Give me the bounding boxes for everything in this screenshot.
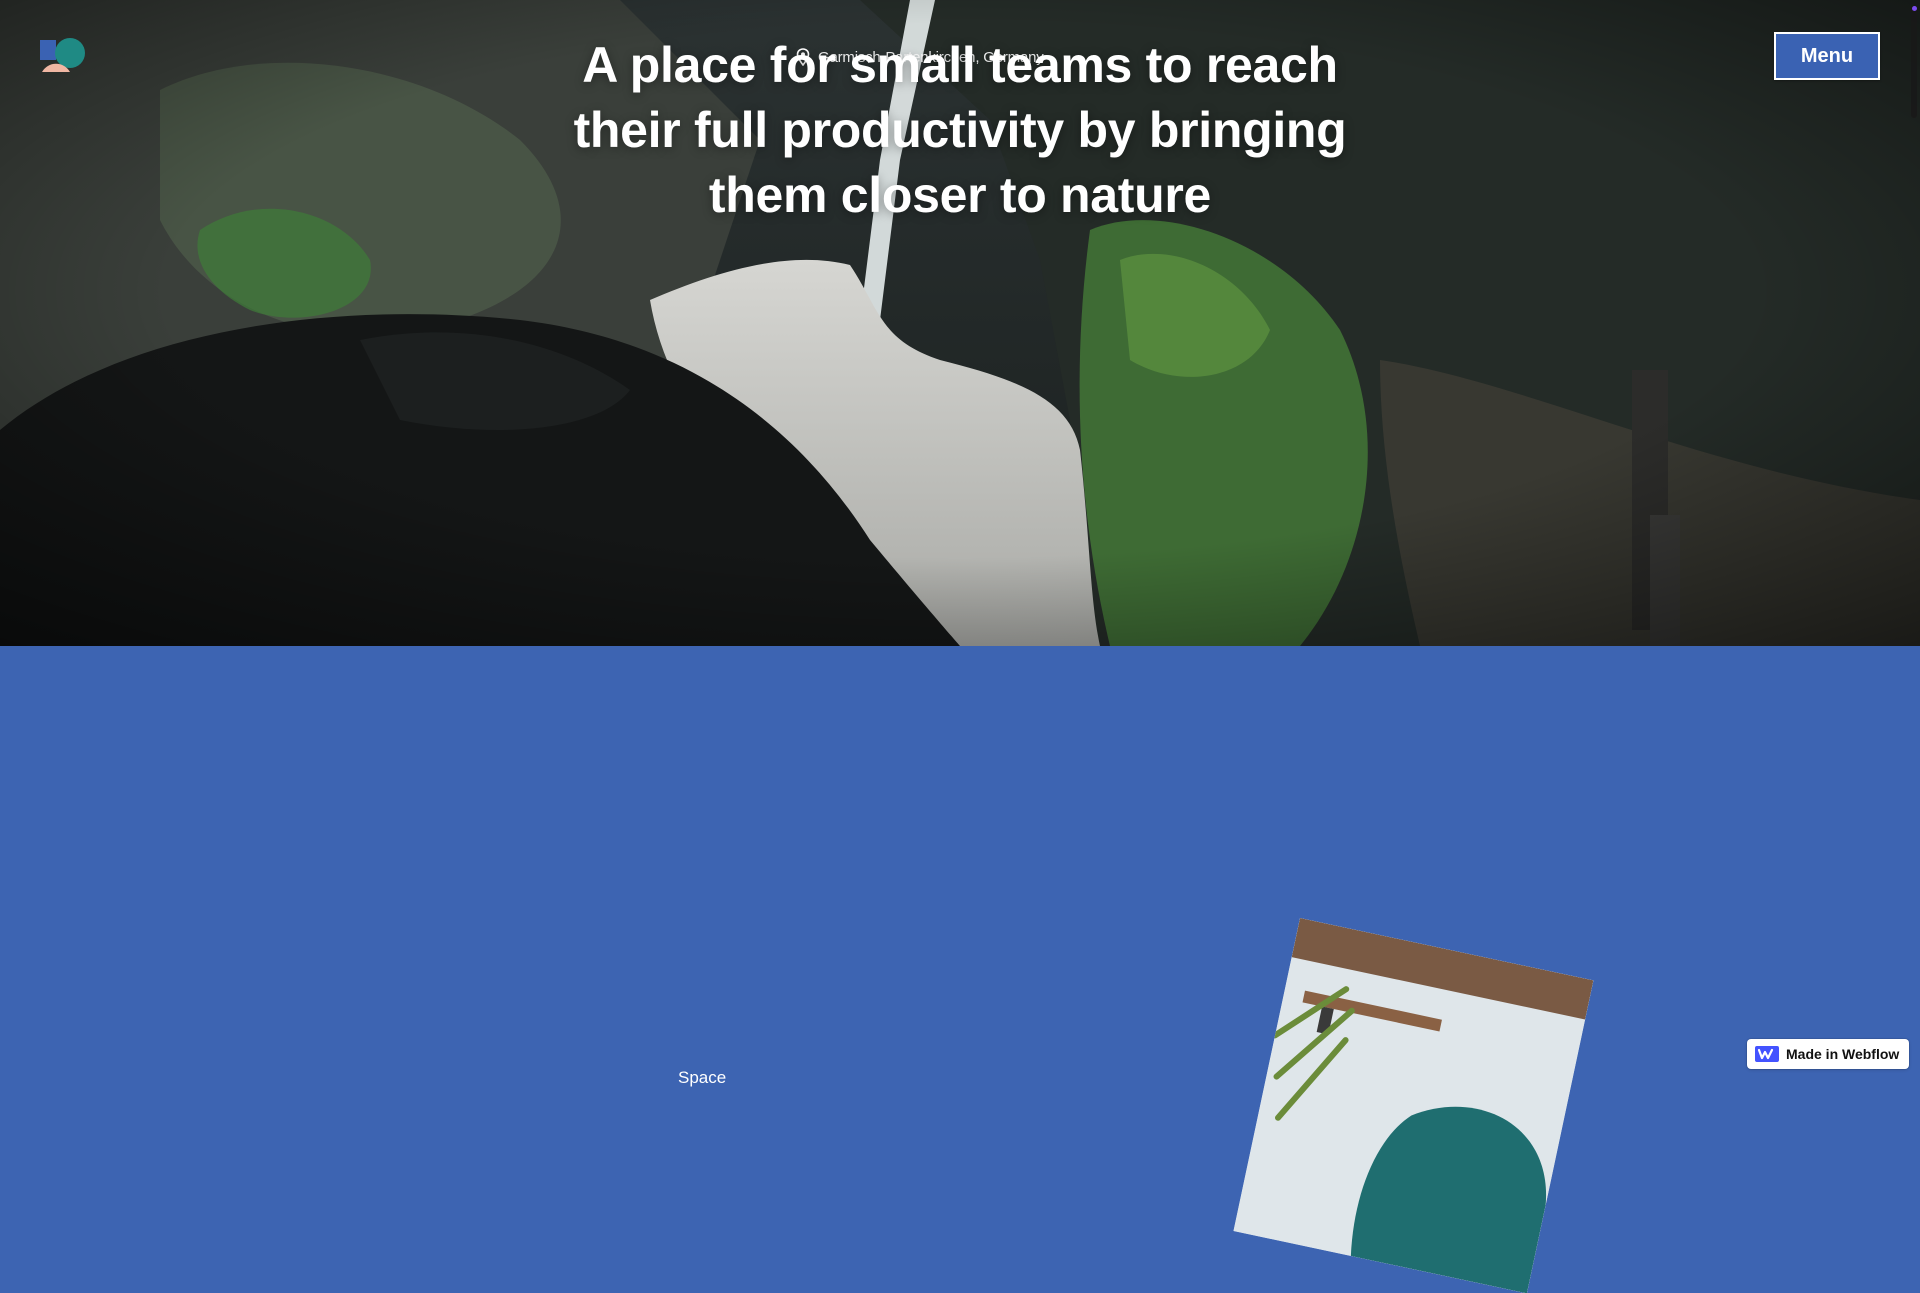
scrollbar-thumb[interactable] [1911,6,1917,118]
hero-headline: A place for small teams to reach their f… [573,37,1347,223]
webflow-badge-label: Made in Webflow [1786,1046,1900,1062]
section-partial-label: Space [678,1068,727,1087]
corner-indicator [1912,6,1917,11]
content-section [0,646,1920,1080]
menu-button[interactable]: Menu [1774,32,1880,80]
made-in-webflow-badge[interactable]: Made in Webflow [1747,1039,1909,1069]
room-photo [1233,918,1594,1293]
room-photo-image [1233,918,1594,1293]
webflow-icon [1755,1046,1779,1062]
hero-section: Garmisch-Partenkirchen, Germany A place … [0,0,1920,646]
logo-icon[interactable] [40,38,92,74]
